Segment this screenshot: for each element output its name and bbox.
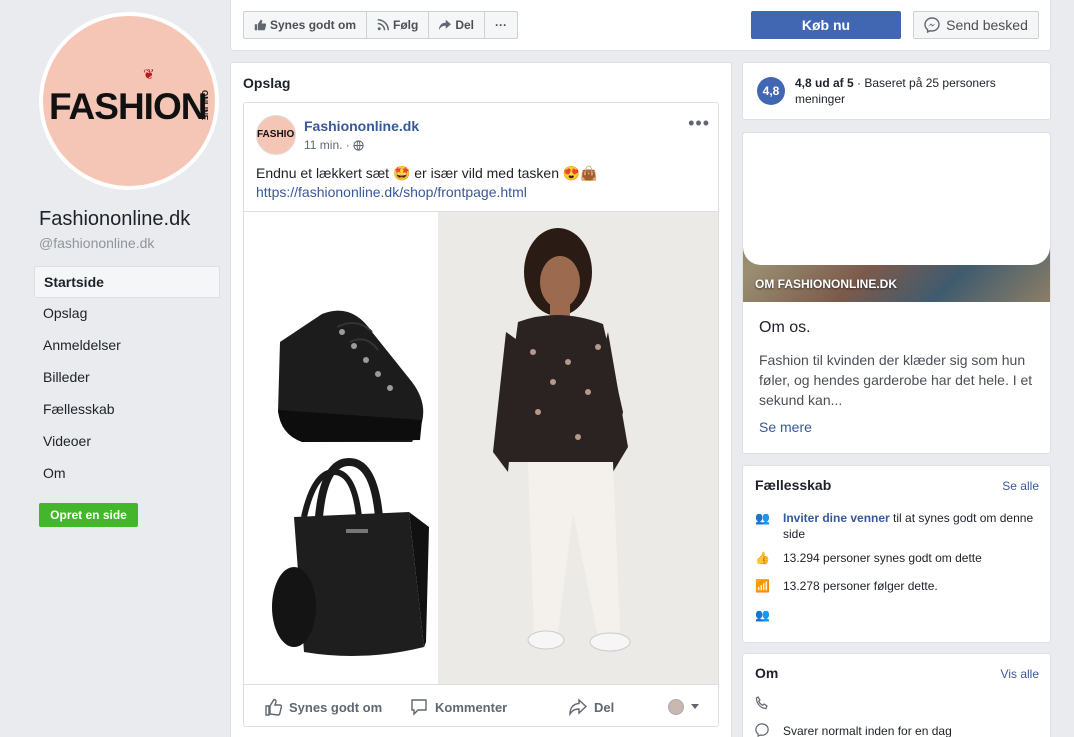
post-share-label: Del [594, 699, 615, 715]
likes-count-row: 👍 13.294 personer synes godt om dette [755, 550, 1040, 566]
nav-item-billeder[interactable]: Billeder [34, 362, 220, 394]
logo-subtext: ONLINE [200, 90, 209, 121]
model-photo [438, 212, 718, 684]
post-comment-label: Kommenter [435, 699, 508, 715]
share-page-button[interactable]: Del [429, 12, 486, 38]
more-options-button[interactable]: ··· [485, 12, 517, 38]
community-see-all-link[interactable]: Se alle [1002, 479, 1039, 493]
nav-item-faellesskab[interactable]: Fællesskab [34, 394, 220, 426]
chevron-down-icon [691, 704, 699, 709]
nav-item-om[interactable]: Om [34, 458, 220, 490]
share-page-label: Del [455, 18, 475, 32]
see-more-link[interactable]: Se mere [759, 419, 812, 435]
action-button-group: Synes godt om Følg Del ··· [243, 11, 519, 39]
rss-icon [377, 19, 390, 31]
post-like-label: Synes godt om [289, 699, 383, 715]
like-page-label: Synes godt om [270, 18, 357, 32]
post-share-button[interactable]: Del [569, 698, 614, 716]
posts-heading: Opslag [243, 75, 291, 91]
response-time-row: Svarer normalt inden for en dag [755, 723, 1040, 737]
nav-item-startside[interactable]: Startside [34, 266, 220, 298]
post-action-bar: Synes godt om Kommenter Del [244, 687, 718, 727]
page-name[interactable]: Fashiononline.dk [39, 208, 190, 231]
post-options-button[interactable]: ••• [688, 113, 710, 134]
phone-icon [755, 696, 768, 710]
nav-item-opslag[interactable]: Opslag [34, 298, 220, 330]
post-like-button[interactable]: Synes godt om [264, 698, 382, 716]
page-action-bar: Synes godt om Følg Del ··· Køb nu Send b… [230, 0, 1051, 51]
response-time-text: Svarer normalt inden for en dag [783, 724, 952, 737]
people-icon: 👥 [755, 511, 770, 525]
handbag-product-image [272, 457, 429, 656]
about-cover-overlay [743, 133, 1050, 265]
share-outline-icon [569, 698, 587, 716]
thumbs-up-outline-icon [265, 698, 282, 716]
rating-card: 4,8 4,8 ud af 5 · Baseret på 25 personer… [742, 62, 1051, 120]
share-arrow-icon [439, 19, 452, 31]
about-description: Fashion til kvinden der klæder sig som h… [759, 352, 1033, 408]
post-author-avatar[interactable]: FASHION [256, 115, 296, 155]
reaction-audience-selector[interactable] [668, 699, 699, 715]
messenger-icon [755, 723, 769, 737]
thumbs-up-icon: 👍 [755, 551, 770, 565]
post-text: Endnu et lækkert sæt 🤩 er især vild med … [256, 165, 598, 181]
rating-summary[interactable]: 4,8 ud af 5 · Baseret på 25 personers me… [795, 75, 1040, 107]
send-message-button[interactable]: Send besked [913, 11, 1039, 39]
sneaker-product-image [278, 310, 424, 442]
post-image[interactable] [244, 211, 718, 685]
post-time-text: 11 min. · [304, 138, 350, 152]
phone-row [755, 696, 1040, 710]
invite-friends-link[interactable]: Inviter dine venner [783, 511, 890, 525]
post-author-name[interactable]: Fashiononline.dk [304, 118, 419, 134]
community-heading: Fællesskab [755, 477, 832, 493]
nav-item-videoer[interactable]: Videoer [34, 426, 220, 458]
comment-bubble-icon [411, 699, 427, 716]
om-card: Om Vis alle Svarer normalt inden for en … [742, 653, 1051, 737]
rating-badge[interactable]: 4,8 [757, 77, 785, 105]
post-card: FASHION Fashiononline.dk 11 min. · ••• E… [243, 102, 719, 727]
post-link[interactable]: https://fashiononline.dk/shop/frontpage.… [256, 184, 527, 200]
about-cover-label[interactable]: OM FASHIONONLINE.DK [755, 277, 897, 291]
logo-text: FASHION [49, 86, 207, 127]
follow-label: Følg [393, 18, 419, 32]
thumbs-up-icon [254, 19, 266, 31]
model-figure [493, 228, 631, 652]
om-heading: Om [755, 665, 779, 681]
about-card: OM FASHIONONLINE.DK Om os. Fashion til k… [742, 132, 1051, 454]
follows-count-text: 13.278 personer følger dette. [783, 579, 938, 593]
community-card: Fællesskab Se alle 👥 Inviter dine venner… [742, 465, 1051, 643]
friends-icon: 👥 [755, 608, 770, 622]
more-dots-icon: ··· [495, 18, 508, 32]
profile-picture[interactable]: ❦ FASHION ONLINE [39, 12, 219, 190]
create-page-button[interactable]: Opret en side [39, 503, 138, 527]
post-comment-button[interactable]: Kommenter [410, 698, 507, 716]
follow-button[interactable]: Følg [367, 12, 430, 38]
post-timestamp[interactable]: 11 min. · [304, 138, 364, 152]
page-handle[interactable]: @fashiononline.dk [39, 235, 154, 251]
buy-now-button[interactable]: Køb nu [751, 11, 901, 39]
om-see-all-link[interactable]: Vis alle [1001, 667, 1039, 681]
posts-section: Opslag FASHION Fashiononline.dk 11 min. … [230, 62, 732, 737]
friends-row: 👥 [755, 607, 1040, 623]
butterfly-icon: ❦ [143, 66, 155, 82]
send-message-label: Send besked [946, 17, 1028, 33]
about-heading: Om os. [759, 319, 811, 336]
page-nav: Startside Opslag Anmeldelser Billeder Fæ… [34, 266, 220, 490]
invite-friends-row: 👥 Inviter dine venner til at synes godt … [755, 510, 1040, 542]
rating-score-text: 4,8 ud af 5 [795, 76, 854, 90]
likes-count-text: 13.294 personer synes godt om dette [783, 551, 982, 565]
globe-icon [353, 139, 364, 151]
like-page-button[interactable]: Synes godt om [244, 12, 368, 38]
follows-count-row: 📶 13.278 personer følger dette. [755, 578, 1040, 594]
rss-icon: 📶 [755, 579, 770, 593]
nav-item-anmeldelser[interactable]: Anmeldelser [34, 330, 220, 362]
viewer-avatar [668, 699, 684, 715]
messenger-icon [924, 17, 940, 33]
